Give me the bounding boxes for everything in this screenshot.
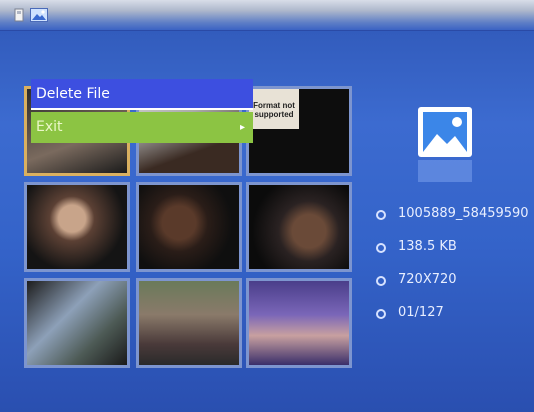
image-resolution: 720X720 (398, 272, 457, 287)
sd-card-icon (14, 8, 24, 22)
image-icon (30, 8, 48, 22)
thumbnail-3[interactable]: Format not supported (246, 86, 352, 176)
thumbnail-8[interactable] (136, 278, 242, 368)
picture-icon (418, 107, 472, 157)
thumbnail-6[interactable] (246, 182, 352, 272)
picture-icon-reflection (418, 160, 472, 182)
bullet-icon (376, 243, 386, 253)
thumbnail-5[interactable] (136, 182, 242, 272)
context-menu: Delete File Exit ▸ (31, 79, 253, 147)
file-size: 138.5 KB (398, 239, 457, 254)
thumbnail-4[interactable] (24, 182, 130, 272)
file-name: 1005889_58459590 (398, 206, 529, 221)
submenu-arrow-icon: ▸ (239, 122, 245, 133)
menu-item-exit[interactable]: Exit ▸ (31, 112, 253, 143)
thumbnail-7[interactable] (24, 278, 130, 368)
menu-item-delete-file[interactable]: Delete File (31, 79, 253, 110)
menu-item-label: Delete File (36, 86, 110, 102)
thumbnail-9[interactable] (246, 278, 352, 368)
bullet-icon (376, 210, 386, 220)
file-position: 01/127 (398, 305, 444, 320)
bullet-icon (376, 276, 386, 286)
top-status-bar (0, 0, 534, 31)
format-not-supported-label: Format not supported (249, 89, 299, 129)
bullet-icon (376, 309, 386, 319)
menu-item-label: Exit (36, 119, 63, 135)
